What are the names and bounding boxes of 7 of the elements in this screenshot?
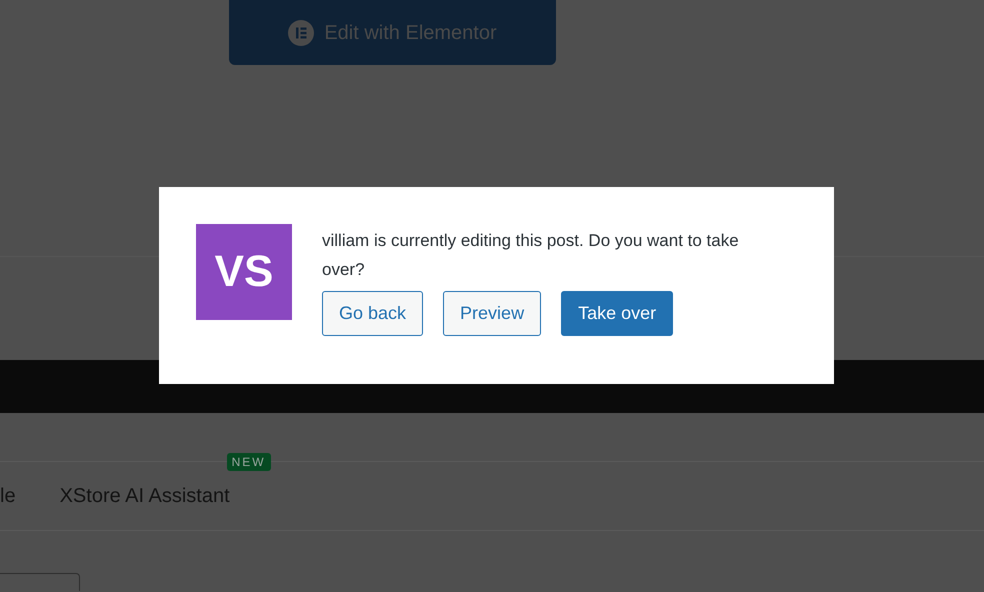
dialog-button[interactable]: Take over — [561, 291, 674, 336]
new-badge: NEW — [226, 453, 271, 471]
takeover-message: villiam is currently editing this post. Do you want to take over? — [322, 230, 740, 281]
dialog-button[interactable]: Go back — [322, 291, 424, 336]
dialog-button[interactable]: Preview — [443, 291, 542, 336]
user-avatar: VS — [196, 224, 292, 320]
elementor-logo-icon — [288, 20, 314, 46]
